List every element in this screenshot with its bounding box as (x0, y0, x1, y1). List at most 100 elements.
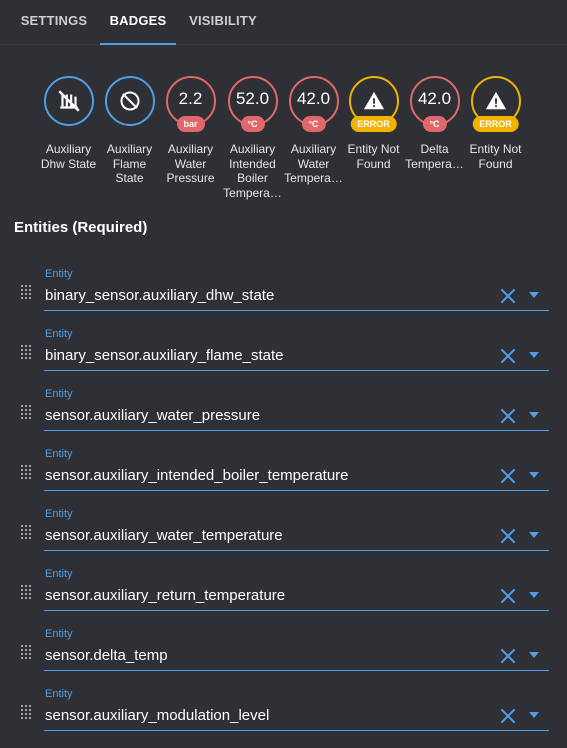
entity-field-label: Entity (45, 448, 73, 460)
chevron-down-icon[interactable] (529, 352, 539, 358)
entity-picker[interactable]: Entity binary_sensor.auxiliary_flame_sta… (44, 322, 549, 371)
chevron-down-icon[interactable] (529, 592, 539, 598)
entity-field-value[interactable]: sensor.auxiliary_intended_boiler_tempera… (45, 467, 349, 484)
badge-value: 2.2 (178, 89, 203, 108)
entity-picker[interactable]: Entity sensor.auxiliary_intended_boiler_… (44, 442, 549, 491)
entity-field-label: Entity (45, 268, 73, 280)
entity-field-value[interactable]: binary_sensor.auxiliary_dhw_state (45, 287, 274, 304)
tab-bar: SETTINGS BADGES VISIBILITY (0, 0, 567, 45)
clear-icon[interactable] (500, 648, 516, 664)
badge-auxiliary-water-pressure[interactable]: 2.2 bar Auxiliary Water Pressure (160, 76, 221, 186)
badge-circle (104, 76, 155, 126)
badge-entity-not-found[interactable]: ERROR Entity Not Found (465, 76, 526, 171)
entity-picker[interactable]: Entity sensor.auxiliary_modulation_level (44, 682, 549, 731)
clear-icon[interactable] (500, 708, 516, 724)
entity-row: Entity sensor.auxiliary_water_temperatur… (0, 502, 567, 562)
entity-row: Entity sensor.delta_temp (0, 622, 567, 682)
chevron-down-icon[interactable] (529, 412, 539, 418)
badge-label: Auxiliary Water Tempera… (284, 142, 343, 185)
badge-circle: 42.0 °C (409, 76, 460, 132)
badge-circle: 52.0 °C (227, 76, 278, 132)
entity-field-value[interactable]: sensor.auxiliary_return_temperature (45, 587, 285, 604)
tab-visibility-label: VISIBILITY (189, 13, 257, 28)
badges-preview: Auxiliary Dhw State Auxiliary Flame Stat… (0, 76, 567, 206)
badge-entity-not-found[interactable]: ERROR Entity Not Found (343, 76, 404, 171)
badge-label: Delta Tempera… (405, 142, 464, 171)
clear-icon[interactable] (500, 348, 516, 364)
alert-icon (485, 91, 506, 110)
entity-picker[interactable]: Entity sensor.auxiliary_water_pressure (44, 382, 549, 431)
clear-icon[interactable] (500, 288, 516, 304)
entity-field-value[interactable]: sensor.delta_temp (45, 647, 168, 664)
clear-icon[interactable] (500, 408, 516, 424)
drag-handle-icon[interactable] (20, 405, 32, 419)
clear-icon[interactable] (500, 468, 516, 484)
badge-error-chip: ERROR (472, 116, 519, 132)
clear-icon[interactable] (500, 528, 516, 544)
entity-picker[interactable]: Entity sensor.auxiliary_return_temperatu… (44, 562, 549, 611)
entity-row: Entity sensor.auxiliary_intended_boiler_… (0, 442, 567, 502)
entity-row: Entity sensor.auxiliary_water_pressure (0, 382, 567, 442)
tab-badges[interactable]: BADGES (100, 0, 176, 45)
entity-field-label: Entity (45, 508, 73, 520)
entity-field-value[interactable]: binary_sensor.auxiliary_flame_state (45, 347, 283, 364)
chevron-down-icon[interactable] (529, 532, 539, 538)
badge-label: Auxiliary Dhw State (40, 142, 97, 171)
badge-unit-chip: °C (301, 116, 326, 132)
badge-delta-temperature[interactable]: 42.0 °C Delta Tempera… (404, 76, 465, 171)
drag-handle-icon[interactable] (20, 645, 32, 659)
section-title: Entities (Required) (14, 219, 148, 236)
chevron-down-icon[interactable] (529, 292, 539, 298)
badge-circle: ERROR (348, 76, 399, 132)
tab-badges-label: BADGES (109, 13, 167, 28)
fire-off-icon (120, 91, 139, 111)
entity-field-label: Entity (45, 388, 73, 400)
entity-row: Entity binary_sensor.auxiliary_dhw_state (0, 262, 567, 322)
entity-picker[interactable]: Entity binary_sensor.auxiliary_dhw_state (44, 262, 549, 311)
entity-field-value[interactable]: sensor.auxiliary_modulation_level (45, 707, 269, 724)
badge-circle: 42.0 °C (288, 76, 339, 132)
badge-auxiliary-intended-boiler-temperature[interactable]: 52.0 °C Auxiliary Intended Boiler Temper… (222, 76, 283, 200)
entity-field-label: Entity (45, 628, 73, 640)
tab-settings[interactable]: SETTINGS (10, 0, 98, 44)
entity-row: Entity sensor.auxiliary_modulation_level (0, 682, 567, 742)
active-tab-indicator (100, 43, 176, 45)
clear-icon[interactable] (500, 588, 516, 604)
badge-circle (43, 76, 94, 126)
badge-unit-chip: °C (422, 116, 447, 132)
badge-value: 42.0 (417, 89, 452, 108)
badge-label: Auxiliary Intended Boiler Tempera… (223, 142, 282, 200)
badge-error-chip: ERROR (350, 116, 397, 132)
chevron-down-icon[interactable] (529, 472, 539, 478)
radiator-off-icon (57, 90, 80, 112)
entity-picker[interactable]: Entity sensor.auxiliary_water_temperatur… (44, 502, 549, 551)
entity-field-value[interactable]: sensor.auxiliary_water_pressure (45, 407, 260, 424)
entity-field-label: Entity (45, 568, 73, 580)
entity-picker[interactable]: Entity sensor.delta_temp (44, 622, 549, 671)
badge-auxiliary-flame-state[interactable]: Auxiliary Flame State (99, 76, 160, 186)
entity-field-label: Entity (45, 688, 73, 700)
badge-circle: ERROR (470, 76, 521, 132)
drag-handle-icon[interactable] (20, 705, 32, 719)
badge-auxiliary-dhw-state[interactable]: Auxiliary Dhw State (38, 76, 99, 171)
entity-field-value[interactable]: sensor.auxiliary_water_temperature (45, 527, 283, 544)
tab-settings-label: SETTINGS (20, 13, 88, 28)
chevron-down-icon[interactable] (529, 652, 539, 658)
entity-row: Entity binary_sensor.auxiliary_flame_sta… (0, 322, 567, 382)
badge-unit-chip: bar (176, 116, 205, 132)
drag-handle-icon[interactable] (20, 585, 32, 599)
badge-label: Entity Not Found (347, 142, 400, 171)
chevron-down-icon[interactable] (529, 712, 539, 718)
badge-unit-chip: °C (240, 116, 265, 132)
drag-handle-icon[interactable] (20, 465, 32, 479)
tab-visibility[interactable]: VISIBILITY (180, 0, 266, 44)
badge-value: 52.0 (235, 89, 270, 108)
drag-handle-icon[interactable] (20, 285, 32, 299)
badge-auxiliary-water-temperature[interactable]: 42.0 °C Auxiliary Water Tempera… (283, 76, 344, 186)
drag-handle-icon[interactable] (20, 345, 32, 359)
entity-field-label: Entity (45, 328, 73, 340)
alert-icon (363, 91, 384, 110)
badge-label: Auxiliary Flame State (106, 142, 153, 185)
drag-handle-icon[interactable] (20, 525, 32, 539)
badge-label: Auxiliary Water Pressure (166, 142, 215, 185)
